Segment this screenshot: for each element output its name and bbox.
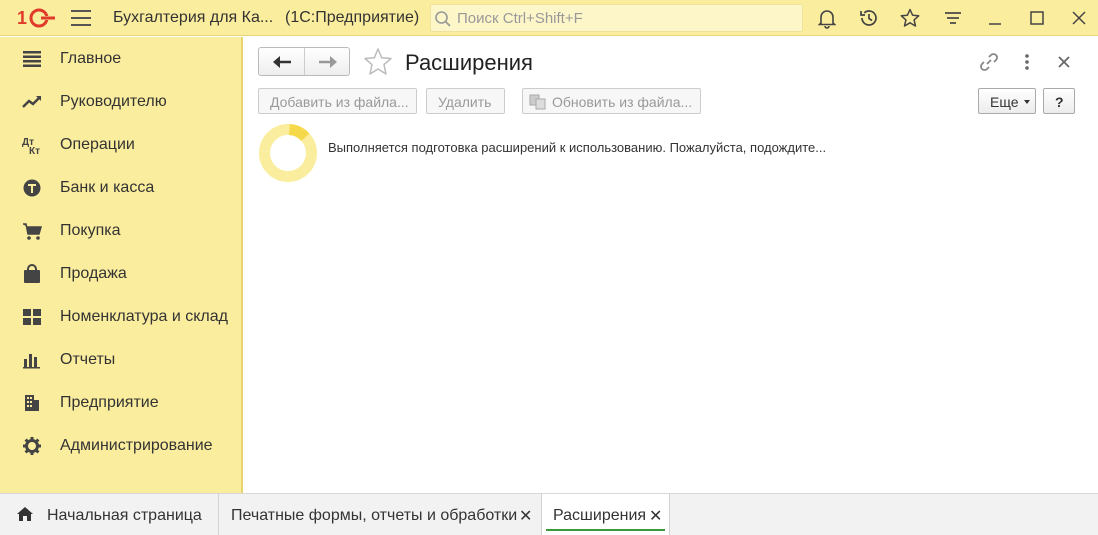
update-from-file-button[interactable]: Обновить из файла... (522, 88, 701, 114)
sidebar-item-bank[interactable]: Банк и касса (0, 166, 241, 209)
close-window-icon[interactable] (1068, 7, 1090, 29)
search-input[interactable]: Поиск Ctrl+Shift+F (430, 4, 803, 32)
tab-extensions[interactable]: Расширения ✕ (542, 494, 670, 535)
home-icon (17, 507, 33, 521)
1c-logo-icon[interactable]: 1 (17, 7, 57, 29)
sidebar-item-label: Руководителю (60, 93, 167, 110)
delete-button[interactable]: Удалить (426, 88, 505, 114)
extensions-form: Расширения Добавить из файла... Удалить … (245, 37, 1098, 493)
add-to-favorites-star-icon[interactable] (363, 47, 393, 77)
sidebar-item-operations[interactable]: Дт Кт Операции (0, 123, 241, 166)
app-subtitle: (1С:Предприятие) (285, 9, 420, 26)
active-tab-indicator (546, 529, 665, 531)
svg-text:Кт: Кт (29, 146, 40, 155)
sidebar-item-manager[interactable]: Руководителю (0, 80, 241, 123)
bar-chart-icon (23, 354, 40, 369)
bank-icon (23, 179, 41, 197)
svg-text:1: 1 (17, 8, 27, 28)
maximize-icon[interactable] (1026, 7, 1048, 29)
sidebar-item-purchase[interactable]: Покупка (0, 209, 241, 252)
sidebar-item-label: Операции (60, 136, 135, 153)
update-from-file-label: Обновить из файла... (552, 94, 693, 110)
open-windows-tabbar: Начальная страница Печатные формы, отчет… (0, 493, 1098, 535)
close-tab-icon[interactable]: ✕ (519, 506, 532, 526)
minimize-icon[interactable] (984, 7, 1006, 29)
history-nav (258, 47, 350, 76)
sidebar-item-label: Продажа (60, 265, 127, 282)
gear-icon (23, 437, 41, 455)
shopping-bag-icon (24, 264, 40, 283)
sidebar-item-label: Банк и касса (60, 179, 155, 196)
close-tab-icon[interactable]: ✕ (649, 506, 662, 526)
tab-label: Расширения (553, 507, 647, 524)
search-icon (435, 11, 451, 27)
sections-panel: Главное Руководителю Дт Кт Операции Банк … (0, 37, 243, 493)
list-icon (23, 51, 41, 67)
sidebar-item-nomenclature[interactable]: Номенклатура и склад (0, 295, 241, 338)
tab-print-forms[interactable]: Печатные формы, отчеты и обработки ✕ (219, 494, 542, 535)
tab-label: Печатные формы, отчеты и обработки (231, 507, 518, 524)
arrow-left-icon (273, 56, 291, 68)
cart-icon (23, 223, 42, 240)
sidebar-item-label: Администрирование (60, 437, 213, 454)
add-from-file-button[interactable]: Добавить из файла... (258, 88, 417, 114)
update-file-icon (529, 94, 546, 110)
sidebar-item-label: Номенклатура и склад (60, 308, 228, 325)
sidebar-item-label: Покупка (60, 222, 121, 239)
search-placeholder: Поиск Ctrl+Shift+F (457, 10, 583, 27)
history-icon[interactable] (858, 7, 880, 29)
page-title: Расширения (405, 50, 533, 75)
more-dropdown-button[interactable]: Еще (978, 88, 1036, 114)
forward-button[interactable] (303, 48, 349, 75)
help-button[interactable]: ? (1043, 88, 1075, 114)
more-label: Еще (990, 94, 1019, 110)
title-bar: 1 Бухгалтерия для Ка... (1С:Предприятие)… (0, 0, 1098, 36)
arrow-right-icon (318, 56, 337, 68)
sidebar-item-label: Главное (60, 50, 122, 67)
sidebar-item-enterprise[interactable]: Предприятие (0, 381, 241, 424)
status-message: Выполняется подготовка расширений к испо… (328, 140, 827, 155)
tab-label: Начальная страница (47, 507, 202, 524)
app-title: Бухгалтерия для Ка... (113, 9, 274, 26)
close-form-icon[interactable] (1053, 51, 1075, 73)
sidebar-item-sales[interactable]: Продажа (0, 252, 241, 295)
sidebar-item-main[interactable]: Главное (0, 37, 241, 80)
tab-home[interactable]: Начальная страница (0, 494, 219, 535)
sidebar-item-administration[interactable]: Администрирование (0, 424, 241, 467)
notifications-bell-icon[interactable] (816, 7, 838, 29)
more-actions-icon[interactable] (1016, 51, 1038, 73)
chevron-down-icon (1024, 100, 1030, 104)
functions-menu-icon[interactable] (942, 7, 964, 29)
loading-spinner-icon (259, 124, 317, 182)
sidebar-item-label: Отчеты (60, 351, 116, 368)
operations-icon: ДтКт (22, 137, 40, 155)
trend-chart-icon (22, 96, 41, 108)
main-menu-icon[interactable] (71, 10, 91, 26)
grid-icon (23, 309, 41, 325)
link-icon[interactable] (978, 51, 1000, 73)
back-button[interactable] (259, 48, 304, 75)
building-icon (25, 395, 39, 411)
sidebar-item-label: Предприятие (60, 394, 159, 411)
sidebar-item-reports[interactable]: Отчеты (0, 338, 241, 381)
favorites-star-icon[interactable] (899, 7, 921, 29)
